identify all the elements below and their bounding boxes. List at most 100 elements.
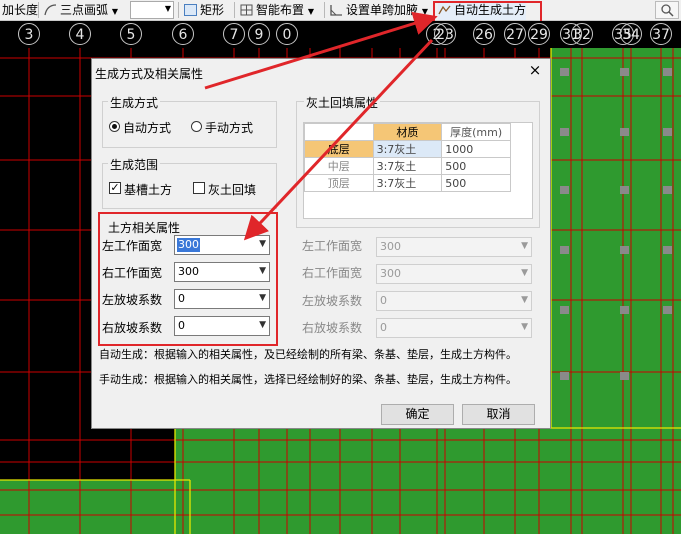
manual-mode-radio[interactable] xyxy=(191,121,202,132)
single-span-haunch-label: 设置单跨加腋 xyxy=(346,3,419,17)
right-work-width-combo[interactable]: 300 ▼ xyxy=(174,262,270,282)
arc-icon xyxy=(44,4,57,16)
left-slope-combo[interactable]: 0 ▼ xyxy=(174,289,270,309)
backfill-right-slope-label: 右放坡系数 xyxy=(302,321,363,335)
axis-label: 3 xyxy=(18,23,40,45)
backfill-right-work-width-label: 右工作面宽 xyxy=(302,266,363,280)
axis-bar: 3 4 5 6 7 9 0 2 23 26 27 29 31 32 35 34 … xyxy=(0,21,681,48)
chevron-down-icon: ▼ xyxy=(164,4,171,13)
table-cell[interactable]: 3:7灰土 xyxy=(372,157,443,175)
earthwork-icon xyxy=(438,5,451,15)
row-header-cell: 中层 xyxy=(304,157,374,175)
header-cell: 厚度(mm) xyxy=(441,123,511,141)
chevron-down-icon[interactable]: ▼ xyxy=(308,7,314,16)
toolbar: 加长度 三点画弧 ▼ ▼ 矩形 智能布置 ▼ 设置单跨加腋 ▼ 自动生成土方 xyxy=(0,0,681,21)
auto-generate-earthwork-button[interactable]: 自动生成土方 xyxy=(438,0,527,20)
auto-generate-earthwork-label: 自动生成土方 xyxy=(454,3,527,17)
earth-group-label: 土方相关属性 xyxy=(108,221,181,235)
axis-label: 37 xyxy=(650,23,672,45)
smart-layout-label: 智能布置 xyxy=(256,3,305,17)
cancel-button[interactable]: 取消 xyxy=(462,404,535,425)
right-work-width-label: 右工作面宽 xyxy=(102,266,163,280)
backfill-table: 材质 厚度(mm) 底层 3:7灰土 1000 中层 3:7灰土 500 顶层 … xyxy=(304,123,511,192)
toolbar-separator xyxy=(324,2,325,18)
close-icon[interactable]: × xyxy=(526,61,544,79)
chevron-down-icon: ▼ xyxy=(259,239,266,249)
table-row[interactable]: 底层 3:7灰土 1000 xyxy=(304,140,511,158)
combo-value: 300 xyxy=(178,265,199,278)
left-work-width-label: 左工作面宽 xyxy=(102,239,163,253)
backfill-right-slope-combo: 0 ▼ xyxy=(376,318,532,338)
axis-label: 6 xyxy=(172,23,194,45)
pit-earthwork-checkbox[interactable]: ✓ xyxy=(109,182,121,194)
manual-mode-label[interactable]: 手动方式 xyxy=(205,119,253,136)
axis-label: 5 xyxy=(120,23,142,45)
auto-mode-label[interactable]: 自动方式 xyxy=(123,119,171,136)
axis-label: 32 xyxy=(571,23,593,45)
mode-group-label: 生成方式 xyxy=(108,94,161,111)
extend-length-button[interactable]: 加长度 xyxy=(2,0,38,20)
axis-label: 27 xyxy=(504,23,526,45)
toolbar-separator xyxy=(178,2,179,18)
search-button[interactable] xyxy=(655,1,679,19)
axis-label: 9 xyxy=(248,23,270,45)
chevron-down-icon: ▼ xyxy=(521,295,528,305)
toolbar-separator xyxy=(38,2,39,18)
chevron-down-icon[interactable]: ▼ xyxy=(112,7,118,16)
three-point-arc-button[interactable]: 三点画弧 ▼ xyxy=(44,0,118,20)
left-slope-label: 左放坡系数 xyxy=(102,293,163,307)
header-cell xyxy=(304,123,374,141)
axis-label: 23 xyxy=(434,23,456,45)
combo-value: 0 xyxy=(380,294,387,307)
rectangle-label: 矩形 xyxy=(200,3,225,17)
combo-value: 300 xyxy=(177,238,200,252)
single-span-haunch-button[interactable]: 设置单跨加腋 ▼ xyxy=(330,0,428,20)
right-slope-label: 右放坡系数 xyxy=(102,321,163,335)
combo-value: 300 xyxy=(380,240,401,253)
table-header-row: 材质 厚度(mm) xyxy=(304,123,511,141)
axis-label: 7 xyxy=(223,23,245,45)
haunch-icon xyxy=(330,5,342,16)
chevron-down-icon: ▼ xyxy=(521,268,528,278)
table-cell[interactable]: 3:7灰土 xyxy=(372,174,443,192)
search-icon xyxy=(661,4,674,17)
grid-layout-icon xyxy=(240,4,253,16)
table-cell[interactable]: 500 xyxy=(441,174,511,192)
combo-box[interactable]: ▼ xyxy=(130,1,174,19)
ok-button[interactable]: 确定 xyxy=(381,404,454,425)
axis-label: 26 xyxy=(473,23,495,45)
row-header-cell: 顶层 xyxy=(304,174,374,192)
axis-label: 29 xyxy=(528,23,550,45)
table-row[interactable]: 顶层 3:7灰土 500 xyxy=(304,174,511,192)
backfill-left-work-width-combo: 300 ▼ xyxy=(376,237,532,257)
left-work-width-combo[interactable]: 300 ▼ xyxy=(174,235,270,255)
chevron-down-icon[interactable]: ▼ xyxy=(422,7,428,16)
combo-value: 300 xyxy=(380,267,401,280)
range-group-label: 生成范围 xyxy=(108,156,161,173)
table-row[interactable]: 中层 3:7灰土 500 xyxy=(304,157,511,175)
combo-value: 0 xyxy=(178,319,185,332)
axis-label: 34 xyxy=(620,23,642,45)
backfill-label[interactable]: 灰土回填 xyxy=(208,181,256,198)
table-cell[interactable]: 3:7灰土 xyxy=(372,140,443,158)
rectangle-button[interactable]: 矩形 xyxy=(184,0,224,20)
green-slab xyxy=(175,428,681,534)
dialog-title: 生成方式及相关属性 xyxy=(95,67,204,81)
three-point-arc-label: 三点画弧 xyxy=(60,3,109,17)
toolbar-separator xyxy=(234,2,235,18)
backfill-left-slope-label: 左放坡系数 xyxy=(302,294,363,308)
chevron-down-icon: ▼ xyxy=(259,320,266,330)
auto-mode-radio[interactable] xyxy=(109,121,120,132)
row-header-cell: 底层 xyxy=(304,140,374,158)
pit-earthwork-label[interactable]: 基槽土方 xyxy=(124,181,172,198)
table-cell[interactable]: 500 xyxy=(441,157,511,175)
right-slope-combo[interactable]: 0 ▼ xyxy=(174,316,270,336)
backfill-checkbox[interactable] xyxy=(193,182,205,194)
combo-value: 0 xyxy=(178,292,185,305)
rectangle-icon xyxy=(184,4,197,16)
backfill-left-work-width-label: 左工作面宽 xyxy=(302,239,363,253)
backfill-group-label: 灰土回填属性 xyxy=(304,94,381,111)
smart-layout-button[interactable]: 智能布置 ▼ xyxy=(240,0,314,20)
auto-generation-note: 自动生成：根据输入的相关属性，及已经绘制的所有梁、条基、垫层，生成土方构件。 xyxy=(99,348,517,361)
table-cell[interactable]: 1000 xyxy=(441,140,511,158)
